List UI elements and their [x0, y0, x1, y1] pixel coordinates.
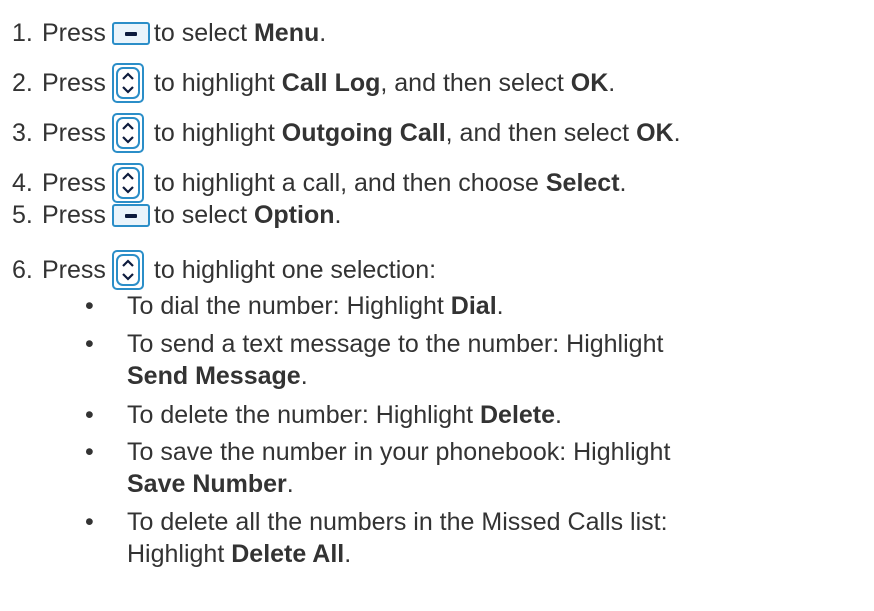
step-press-text: Press [42, 68, 106, 97]
bullet-item-send-message: To send a text message to the number: Hi… [127, 330, 663, 359]
step-press-text: Press [42, 168, 106, 197]
step-number: 6. [12, 255, 33, 284]
step-bold-term-2: OK [570, 68, 609, 97]
step-text: to highlight a call, and then choose [153, 168, 546, 197]
bullet-text: To send a text message to the number: Hi… [127, 330, 664, 358]
step-end: . [319, 19, 327, 47]
soft-key-icon [111, 22, 150, 45]
step-bold-term-2: OK [636, 118, 674, 147]
bullet-text: To save the number in your phonebook: Hi… [127, 438, 671, 466]
step-5: 5. Press to select Option . [12, 203, 341, 228]
bullet-end: . [300, 362, 308, 390]
bullet-end: . [555, 401, 562, 429]
step-end: . [608, 68, 616, 97]
step-press-text: Press [42, 118, 106, 147]
navigation-key-icon [111, 163, 144, 203]
bullet-mark: • [85, 438, 94, 466]
bullet-text: To dial the number: Highlight [127, 292, 451, 320]
bullet-item-dial: To dial the number: Highlight Dial. [127, 292, 504, 321]
step-press-text: Press [42, 201, 106, 229]
soft-key-icon [111, 204, 150, 227]
step-6: 6. Press to highlight one selection: [12, 250, 436, 290]
bullet-item-save-number: To save the number in your phonebook: Hi… [127, 438, 670, 467]
step-text: to select [153, 19, 254, 47]
bullet-item-send-message-cont: Send Message. [127, 362, 308, 391]
navigation-key-icon [111, 113, 144, 153]
step-text: to highlight one selection: [153, 255, 437, 284]
step-number: 3. [12, 118, 33, 147]
step-number: 2. [12, 68, 33, 97]
bullet-mark: • [85, 292, 94, 320]
navigation-key-icon [111, 250, 144, 290]
bullet-bold-term: Send Message [127, 362, 301, 390]
bullet-text: Highlight [127, 540, 232, 568]
step-end: . [673, 118, 681, 147]
step-3: 3. Press to highlight Outgoing Call , an… [12, 113, 681, 153]
step-bold-term: Select [545, 168, 620, 197]
step-4: 4. Press to highlight a call, and then c… [12, 163, 626, 203]
bullet-mark: • [85, 508, 94, 536]
step-number: 4. [12, 168, 33, 197]
step-bold-term: Menu [253, 19, 320, 47]
bullet-mark: • [85, 330, 94, 358]
step-number: 5. [12, 201, 33, 229]
step-bold-term: Option [253, 201, 335, 229]
bullet-bold-term: Save Number [127, 470, 287, 498]
bullet-bold-term: Dial [450, 292, 497, 320]
step-press-text: Press [42, 19, 106, 47]
step-text: to select [153, 201, 254, 229]
step-bold-term: Call Log [281, 68, 381, 97]
bullet-item-save-number-cont: Save Number. [127, 470, 294, 499]
step-bold-term: Outgoing Call [281, 118, 446, 147]
bullet-bold-term: Delete [480, 401, 556, 429]
step-end: . [334, 201, 342, 229]
step-number: 1. [12, 19, 33, 47]
bullet-end: . [286, 470, 294, 498]
bullet-item-delete: To delete the number: Highlight Delete. [127, 401, 562, 430]
bullet-item-delete-all-cont: Highlight Delete All. [127, 540, 351, 569]
step-text-mid: , and then select [445, 118, 637, 147]
step-press-text: Press [42, 255, 106, 284]
bullet-bold-term: Delete All [231, 540, 345, 568]
navigation-key-icon [111, 63, 144, 103]
step-text-mid: , and then select [380, 68, 571, 97]
step-1: 1. Press to select Menu . [12, 21, 326, 46]
step-text: to highlight [153, 68, 282, 97]
bullet-item-delete-all: To delete all the numbers in the Missed … [127, 508, 668, 537]
bullet-text: To delete all the numbers in the Missed … [127, 508, 668, 536]
step-2: 2. Press to highlight Call Log , and the… [12, 63, 615, 103]
bullet-text: To delete the number: Highlight [127, 401, 480, 429]
step-text: to highlight [153, 118, 282, 147]
bullet-end: . [496, 292, 504, 320]
bullet-mark: • [85, 401, 94, 429]
bullet-end: . [344, 540, 352, 568]
step-end: . [619, 168, 627, 197]
